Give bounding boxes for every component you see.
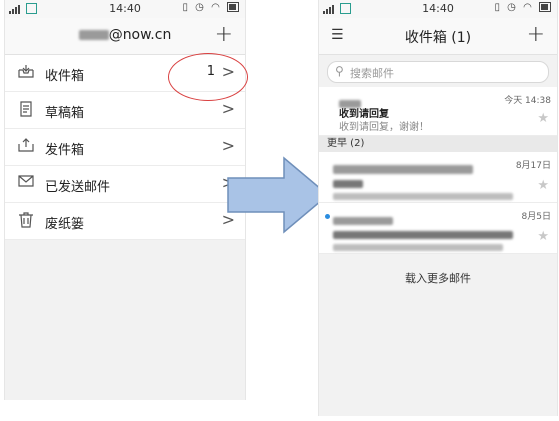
transition-arrow (226, 156, 330, 234)
mail-item[interactable]: 8月17日 ★ (319, 152, 557, 203)
status-icons: ▯ ◷ ◠ (495, 2, 551, 13)
search-placeholder: 搜索邮件 (350, 67, 394, 80)
star-icon[interactable]: ★ (537, 229, 549, 244)
account-header: @now.cn + (5, 18, 245, 55)
outbox-icon (17, 138, 35, 154)
star-icon[interactable]: ★ (537, 178, 549, 193)
status-bar: 14:40 ▯ ◷ ◠ (5, 0, 245, 18)
search-bar: ⚲ 搜索邮件 (319, 55, 557, 87)
status-icons: ▯ ◷ ◠ (183, 2, 239, 13)
blurred-account-name (78, 30, 109, 40)
right-phone-screen: 14:40 ▯ ◷ ◠ ☰ 收件箱 (1) + ⚲ 搜索邮件 今天 14:38 … (318, 0, 558, 416)
mail-item[interactable]: 8月5日 ★ (319, 203, 557, 254)
folder-item-outbox[interactable]: 发件箱 > (5, 129, 245, 166)
draft-icon (17, 101, 35, 117)
folder-label: 收件箱 (45, 69, 85, 84)
chevron-right-icon: > (221, 136, 235, 155)
trash-icon (17, 212, 35, 228)
folder-label: 草稿箱 (45, 106, 85, 121)
battery-icon (227, 2, 239, 12)
mail-preview (333, 237, 503, 256)
folder-label: 废纸篓 (45, 217, 85, 232)
compose-button[interactable]: + (527, 22, 545, 47)
add-button[interactable]: + (215, 22, 233, 47)
section-earlier: 更早 (2) (319, 136, 557, 152)
highlight-oval (168, 53, 248, 101)
search-icon: ⚲ (335, 64, 344, 78)
mail-date: 今天 14:38 (504, 96, 551, 106)
folder-label: 已发送邮件 (45, 180, 111, 195)
folder-item-trash[interactable]: 废纸篓 > (5, 203, 245, 240)
unread-dot (325, 214, 330, 219)
right-arrow-icon (227, 156, 330, 234)
folder-item-sent[interactable]: 已发送邮件 > (5, 166, 245, 203)
mail-item[interactable]: 今天 14:38 收到请回复 收到请回复，谢谢！ ★ (319, 87, 557, 136)
folder-label: 发件箱 (45, 143, 85, 158)
inbox-icon (17, 64, 35, 80)
inbox-title: 收件箱 (1) (404, 30, 472, 46)
status-bar: 14:40 ▯ ◷ ◠ (319, 0, 557, 18)
chevron-right-icon: > (221, 99, 235, 118)
star-icon[interactable]: ★ (537, 111, 549, 126)
search-input[interactable]: ⚲ 搜索邮件 (327, 61, 549, 83)
mail-preview: 收到请回复，谢谢！ (339, 122, 429, 133)
battery-icon (539, 2, 551, 12)
account-title: @now.cn (5, 27, 245, 43)
sent-mail-icon (17, 175, 35, 191)
mail-date: 8月5日 (521, 212, 551, 222)
mail-date: 8月17日 (515, 161, 551, 171)
inbox-header: ☰ 收件箱 (1) + (319, 18, 557, 55)
load-more-button[interactable]: 载入更多邮件 (319, 254, 557, 310)
